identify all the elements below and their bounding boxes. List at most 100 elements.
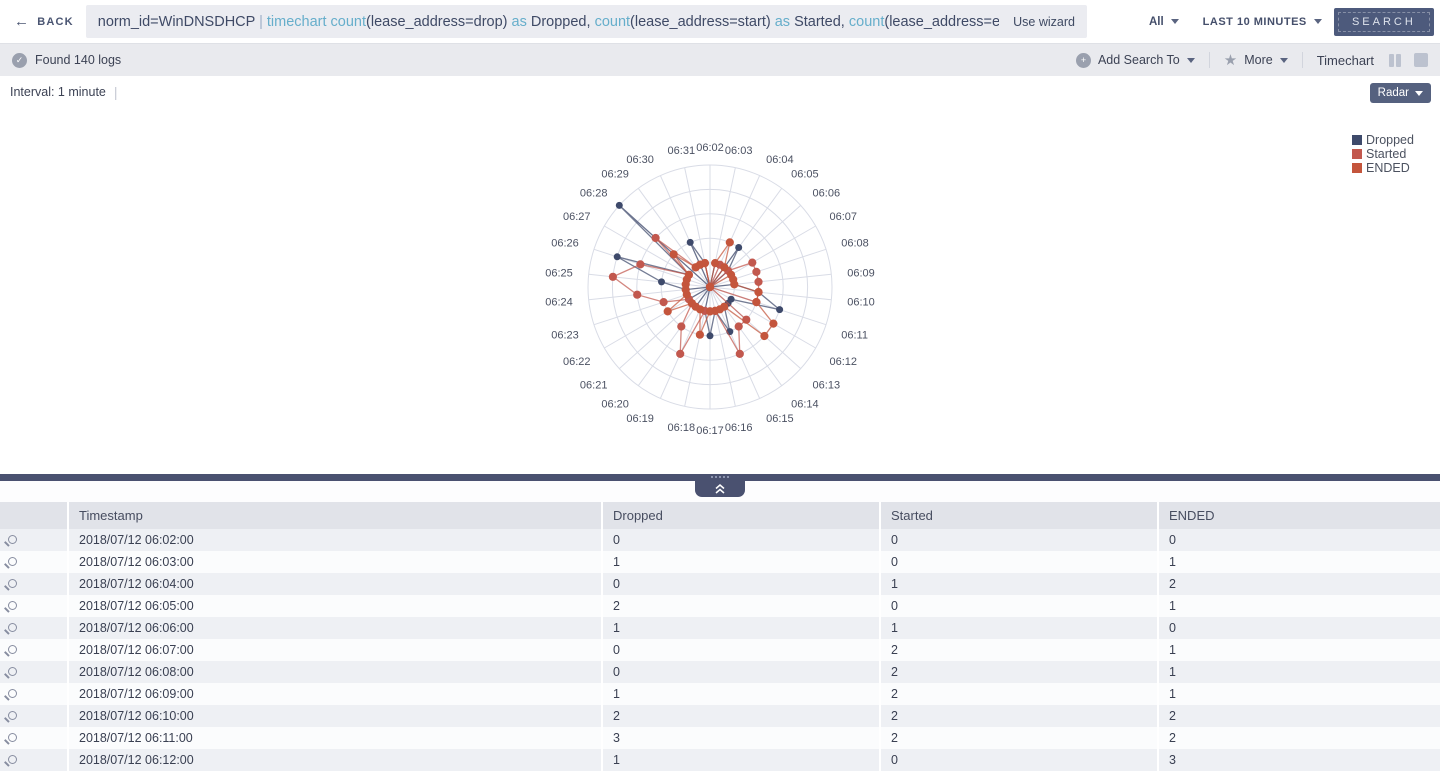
radar-data-point[interactable] <box>707 332 714 339</box>
magnifier-row-icon[interactable] <box>8 711 17 720</box>
radar-data-point[interactable] <box>769 320 777 328</box>
radar-axis-label: 06:17 <box>696 425 724 437</box>
radar-data-point[interactable] <box>760 332 768 340</box>
radar-data-point[interactable] <box>706 307 714 315</box>
radar-data-point[interactable] <box>776 306 783 313</box>
radar-data-point[interactable] <box>735 244 742 251</box>
radar-data-point[interactable] <box>670 250 678 258</box>
table-header-icon-column <box>0 502 68 529</box>
radar-data-point[interactable] <box>711 259 719 267</box>
repo-scope-dropdown[interactable]: All <box>1149 16 1179 28</box>
radar-axis-label: 06:10 <box>847 296 875 308</box>
time-range-dropdown[interactable]: LAST 10 MINUTES <box>1203 16 1322 28</box>
table-header-cell[interactable]: Dropped <box>602 502 880 529</box>
magnifier-row-icon[interactable] <box>8 689 17 698</box>
radar-data-point[interactable] <box>730 280 738 288</box>
radar-data-point[interactable] <box>614 253 621 260</box>
checkmark-icon: ✓ <box>12 53 27 68</box>
radar-chart-canvas[interactable]: 06:0206:0306:0406:0506:0606:0706:0806:09… <box>0 76 1440 474</box>
radar-data-point[interactable] <box>754 288 762 296</box>
magnifier-row-icon[interactable] <box>8 667 17 676</box>
radar-data-point[interactable] <box>685 271 693 279</box>
radar-axis-label: 06:18 <box>668 422 696 434</box>
radar-data-point[interactable] <box>616 202 623 209</box>
magnifier-row-icon[interactable] <box>8 579 17 588</box>
radar-data-point[interactable] <box>720 263 728 271</box>
magnifier-row-icon[interactable] <box>8 733 17 742</box>
radar-data-point[interactable] <box>754 278 762 286</box>
radar-axis-label: 06:22 <box>563 356 591 368</box>
grid-view-icon[interactable] <box>1414 53 1428 67</box>
table-cell: 0 <box>602 573 880 595</box>
radar-data-point[interactable] <box>736 350 744 358</box>
radar-data-point[interactable] <box>726 238 734 246</box>
radar-data-point[interactable] <box>677 322 685 330</box>
search-button[interactable]: SEARCH <box>1334 8 1434 36</box>
use-wizard-link[interactable]: Use wizard <box>999 15 1075 29</box>
query-segment: as <box>775 14 794 30</box>
magnifier-row-icon[interactable] <box>8 535 17 544</box>
table-cell: 2018/07/12 06:04:00 <box>68 573 602 595</box>
query-segment: (lease_address=en <box>884 14 999 30</box>
table-cell: 1 <box>602 683 880 705</box>
radar-data-point[interactable] <box>636 260 644 268</box>
column-chart-icon[interactable] <box>1389 54 1401 67</box>
magnifier-row-icon[interactable] <box>8 601 17 610</box>
table-row: 2018/07/12 06:07:00021 <box>0 639 1440 661</box>
back-button[interactable]: ← BACK <box>14 14 74 29</box>
radar-axis-label: 06:14 <box>791 399 819 411</box>
radar-data-point[interactable] <box>676 350 684 358</box>
search-query-input[interactable]: norm_id=WinDNSDHCP | timechart count(lea… <box>86 5 1087 38</box>
radar-data-point[interactable] <box>752 268 760 276</box>
more-dropdown[interactable]: ★ More <box>1224 53 1288 68</box>
row-icon-cell <box>0 551 68 573</box>
table-cell: 3 <box>602 727 880 749</box>
magnifier-row-icon[interactable] <box>8 557 17 566</box>
magnifier-row-icon[interactable] <box>8 755 17 764</box>
table-header-cell[interactable]: Started <box>880 502 1158 529</box>
radar-data-point[interactable] <box>609 273 617 281</box>
radar-data-point[interactable] <box>735 322 743 330</box>
table-cell: 2018/07/12 06:12:00 <box>68 749 602 771</box>
radar-data-point[interactable] <box>752 298 760 306</box>
radar-data-point[interactable] <box>688 299 696 307</box>
radar-axis-label: 06:24 <box>545 296 573 308</box>
table-cell: 1 <box>1158 683 1440 705</box>
row-icon-cell <box>0 683 68 705</box>
legend-item[interactable]: Started <box>1352 147 1414 161</box>
radar-data-point[interactable] <box>658 278 665 285</box>
radar-data-point[interactable] <box>633 291 641 299</box>
table-cell: 2018/07/12 06:02:00 <box>68 529 602 551</box>
magnifier-row-icon[interactable] <box>8 623 17 632</box>
table-cell: 1 <box>602 551 880 573</box>
radar-data-point[interactable] <box>687 239 694 246</box>
radar-data-point[interactable] <box>701 259 709 267</box>
legend-item[interactable]: Dropped <box>1352 133 1414 147</box>
table-cell: 2018/07/12 06:07:00 <box>68 639 602 661</box>
legend-item[interactable]: ENDED <box>1352 161 1414 175</box>
radar-data-point[interactable] <box>652 234 660 242</box>
magnifier-row-icon[interactable] <box>8 645 17 654</box>
radar-data-point[interactable] <box>660 298 668 306</box>
table-header-cell[interactable]: ENDED <box>1158 502 1440 529</box>
table-cell: 1 <box>1158 661 1440 683</box>
radar-axis-label: 06:07 <box>830 211 858 223</box>
collapse-table-button[interactable] <box>695 481 745 497</box>
table-cell: 2018/07/12 06:09:00 <box>68 683 602 705</box>
row-icon-cell <box>0 595 68 617</box>
query-segment: as <box>512 14 531 30</box>
table-cell: 2018/07/12 06:08:00 <box>68 661 602 683</box>
radar-axis-label: 06:03 <box>725 145 753 157</box>
radar-axis-label: 06:02 <box>696 142 724 154</box>
add-search-to-dropdown[interactable]: + Add Search To <box>1076 53 1195 68</box>
repo-scope-label: All <box>1149 16 1164 28</box>
collapse-strip <box>0 481 1440 502</box>
table-header-cell[interactable]: Timestamp <box>68 502 602 529</box>
table-cell: 3 <box>1158 749 1440 771</box>
radar-axis-label: 06:08 <box>841 237 869 249</box>
radar-data-point[interactable] <box>748 259 756 267</box>
radar-data-point[interactable] <box>696 331 704 339</box>
radar-axis-label: 06:16 <box>725 422 753 434</box>
radar-data-point[interactable] <box>706 283 714 291</box>
radar-data-point[interactable] <box>664 307 672 315</box>
